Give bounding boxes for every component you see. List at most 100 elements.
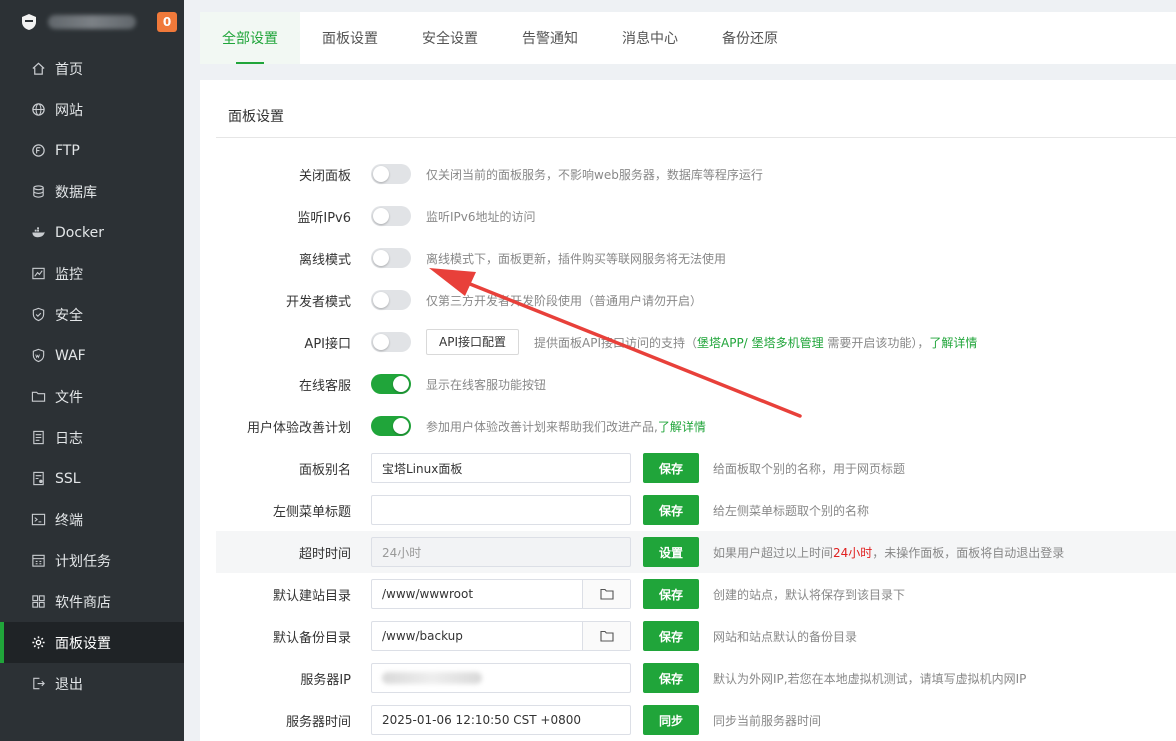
tab-all-settings[interactable]: 全部设置	[200, 12, 300, 64]
timeout-desc-highlight: 24小时	[833, 545, 873, 560]
gear-icon	[30, 635, 46, 651]
tab-message-center[interactable]: 消息中心	[600, 12, 700, 64]
notification-badge[interactable]: 0	[157, 12, 177, 32]
panel-alias-save-button[interactable]: 保存	[643, 453, 699, 483]
home-icon	[30, 61, 46, 77]
bt-multi-manage-link[interactable]: 堡塔多机管理	[752, 336, 824, 350]
bt-app-link[interactable]: 堡塔APP/	[697, 336, 748, 350]
api-toggle[interactable]	[371, 332, 411, 352]
setting-description: 监听IPv6地址的访问	[426, 209, 536, 224]
ux-learn-more-link[interactable]: 了解详情	[658, 420, 706, 434]
offline-mode-toggle[interactable]	[371, 248, 411, 268]
sidebar-item-security[interactable]: 安全	[0, 294, 184, 335]
setting-label: 监听IPv6	[297, 210, 351, 226]
sidebar-item-logout[interactable]: 退出	[0, 663, 184, 704]
sidebar-item-ftp[interactable]: FTP	[0, 130, 184, 171]
ux-plan-desc: 参加用户体验改善计划来帮助我们改进产品,	[426, 419, 658, 434]
setting-description: 离线模式下，面板更新，插件购买等联网服务将无法使用	[426, 251, 727, 266]
setting-description: 显示在线客服功能按钮	[426, 377, 547, 392]
menu-title-input[interactable]	[371, 495, 631, 525]
timeout-set-button[interactable]: 设置	[643, 537, 699, 567]
sidebar-item-terminal[interactable]: 终端	[0, 499, 184, 540]
sidebar-item-label: 网站	[55, 102, 83, 119]
online-service-toggle[interactable]	[371, 374, 411, 394]
api-desc-prefix: 提供面板API接口访问的支持（	[534, 335, 697, 350]
tab-alert-notifications[interactable]: 告警通知	[500, 12, 600, 64]
settings-tabbar: 全部设置 面板设置 安全设置 告警通知 消息中心 备份还原	[200, 12, 1176, 64]
sidebar-item-ssl[interactable]: SSL	[0, 458, 184, 499]
ftp-icon	[30, 143, 46, 159]
monitor-icon	[30, 266, 46, 282]
api-learn-more-link[interactable]: 了解详情	[929, 336, 977, 350]
developer-mode-toggle[interactable]	[371, 290, 411, 310]
default-backup-dir-input[interactable]: /www/backup	[371, 621, 631, 651]
setting-label: 关闭面板	[298, 168, 351, 184]
timeout-input[interactable]: 24小时	[371, 537, 631, 567]
setting-row-listen-ipv6: 监听IPv6 监听IPv6地址的访问	[216, 195, 1176, 237]
logout-icon	[30, 676, 46, 692]
setting-description: 仅第三方开发者开发阶段使用（普通用户请勿开启）	[426, 293, 703, 308]
setting-description: 同步当前服务器时间	[713, 713, 822, 728]
default-site-dir-input[interactable]: /www/wwwroot	[371, 579, 631, 609]
setting-row-api: API接口 API接口配置 提供面板API接口访问的支持（堡塔APP/ 堡塔多机…	[216, 321, 1176, 363]
setting-row-server-time: 服务器时间 2025-01-06 12:10:50 CST +0800 同步 同…	[216, 699, 1176, 741]
server-ip-save-button[interactable]: 保存	[643, 663, 699, 693]
sidebar-item-label: 终端	[55, 512, 83, 529]
folder-icon	[30, 389, 46, 405]
setting-description: 如果用户超过以上时间24小时，未操作面板，面板将自动退出登录	[713, 544, 1064, 561]
setting-description: 给左侧菜单标题取个别的名称	[713, 503, 870, 518]
folder-picker-icon[interactable]	[582, 580, 630, 608]
setting-row-timeout: 超时时间 24小时 设置 如果用户超过以上时间24小时，未操作面板，面板将自动退…	[216, 531, 1176, 573]
setting-description: 创建的站点，默认将保存到该目录下	[713, 587, 906, 602]
setting-row-ux-plan: 用户体验改善计划 参加用户体验改善计划来帮助我们改进产品,了解详情	[216, 405, 1176, 447]
settings-content: 面板设置 关闭面板 仅关闭当前的面板服务，不影响web服务器，数据库等程序运行 …	[200, 80, 1176, 741]
setting-description: 给面板取个别的名称，用于网页标题	[713, 461, 906, 476]
input-value: /www/backup	[382, 629, 463, 643]
setting-description: 网站和站点默认的备份目录	[713, 629, 858, 644]
folder-picker-icon[interactable]	[582, 622, 630, 650]
sidebar-item-cron[interactable]: 计划任务	[0, 540, 184, 581]
sidebar: 0 首页 网站 FTP 数据库 Docker 监控 安全 WAF 文件 日志 S…	[0, 0, 184, 741]
sidebar-item-app-store[interactable]: 软件商店	[0, 581, 184, 622]
default-backup-dir-save-button[interactable]: 保存	[643, 621, 699, 651]
input-value: /www/wwwroot	[382, 587, 474, 601]
setting-description: 参加用户体验改善计划来帮助我们改进产品,了解详情	[426, 418, 706, 435]
sidebar-item-label: 文件	[55, 389, 83, 406]
setting-label: 服务器IP	[300, 672, 351, 688]
sidebar-item-panel-settings[interactable]: 面板设置	[0, 622, 184, 663]
setting-description: 默认为外网IP,若您在本地虚拟机测试，请填写虚拟机内网IP	[713, 671, 1027, 686]
setting-row-server-ip: 服务器IP 保存 默认为外网IP,若您在本地虚拟机测试，请填写虚拟机内网IP	[216, 657, 1176, 699]
sidebar-item-label: 数据库	[55, 184, 97, 201]
sidebar-item-monitor[interactable]: 监控	[0, 253, 184, 294]
hostname-blurred	[48, 15, 136, 29]
sidebar-item-website[interactable]: 网站	[0, 89, 184, 130]
setting-description: 仅关闭当前的面板服务，不影响web服务器，数据库等程序运行	[426, 167, 763, 182]
sidebar-item-label: Docker	[55, 224, 105, 241]
tab-panel-settings[interactable]: 面板设置	[300, 12, 400, 64]
sidebar-item-home[interactable]: 首页	[0, 48, 184, 89]
tab-backup-restore[interactable]: 备份还原	[700, 12, 800, 64]
api-config-button[interactable]: API接口配置	[426, 329, 519, 355]
listen-ipv6-toggle[interactable]	[371, 206, 411, 226]
sidebar-item-label: SSL	[55, 470, 81, 487]
sidebar-item-docker[interactable]: Docker	[0, 212, 184, 253]
sidebar-item-label: WAF	[55, 347, 86, 364]
default-site-dir-save-button[interactable]: 保存	[643, 579, 699, 609]
setting-row-developer-mode: 开发者模式 仅第三方开发者开发阶段使用（普通用户请勿开启）	[216, 279, 1176, 321]
ux-plan-toggle[interactable]	[371, 416, 411, 436]
server-ip-input[interactable]	[371, 663, 631, 693]
panel-alias-input[interactable]: 宝塔Linux面板	[371, 453, 631, 483]
menu-title-save-button[interactable]: 保存	[643, 495, 699, 525]
tab-security-settings[interactable]: 安全设置	[400, 12, 500, 64]
server-time-sync-button[interactable]: 同步	[643, 705, 699, 735]
apps-icon	[30, 594, 46, 610]
terminal-icon	[30, 512, 46, 528]
sidebar-item-logs[interactable]: 日志	[0, 417, 184, 458]
sidebar-item-database[interactable]: 数据库	[0, 171, 184, 212]
sidebar-item-waf[interactable]: WAF	[0, 335, 184, 376]
close-panel-toggle[interactable]	[371, 164, 411, 184]
sidebar-item-label: 监控	[55, 266, 83, 283]
setting-label: 默认备份目录	[272, 630, 351, 646]
server-time-input[interactable]: 2025-01-06 12:10:50 CST +0800	[371, 705, 631, 735]
sidebar-item-files[interactable]: 文件	[0, 376, 184, 417]
